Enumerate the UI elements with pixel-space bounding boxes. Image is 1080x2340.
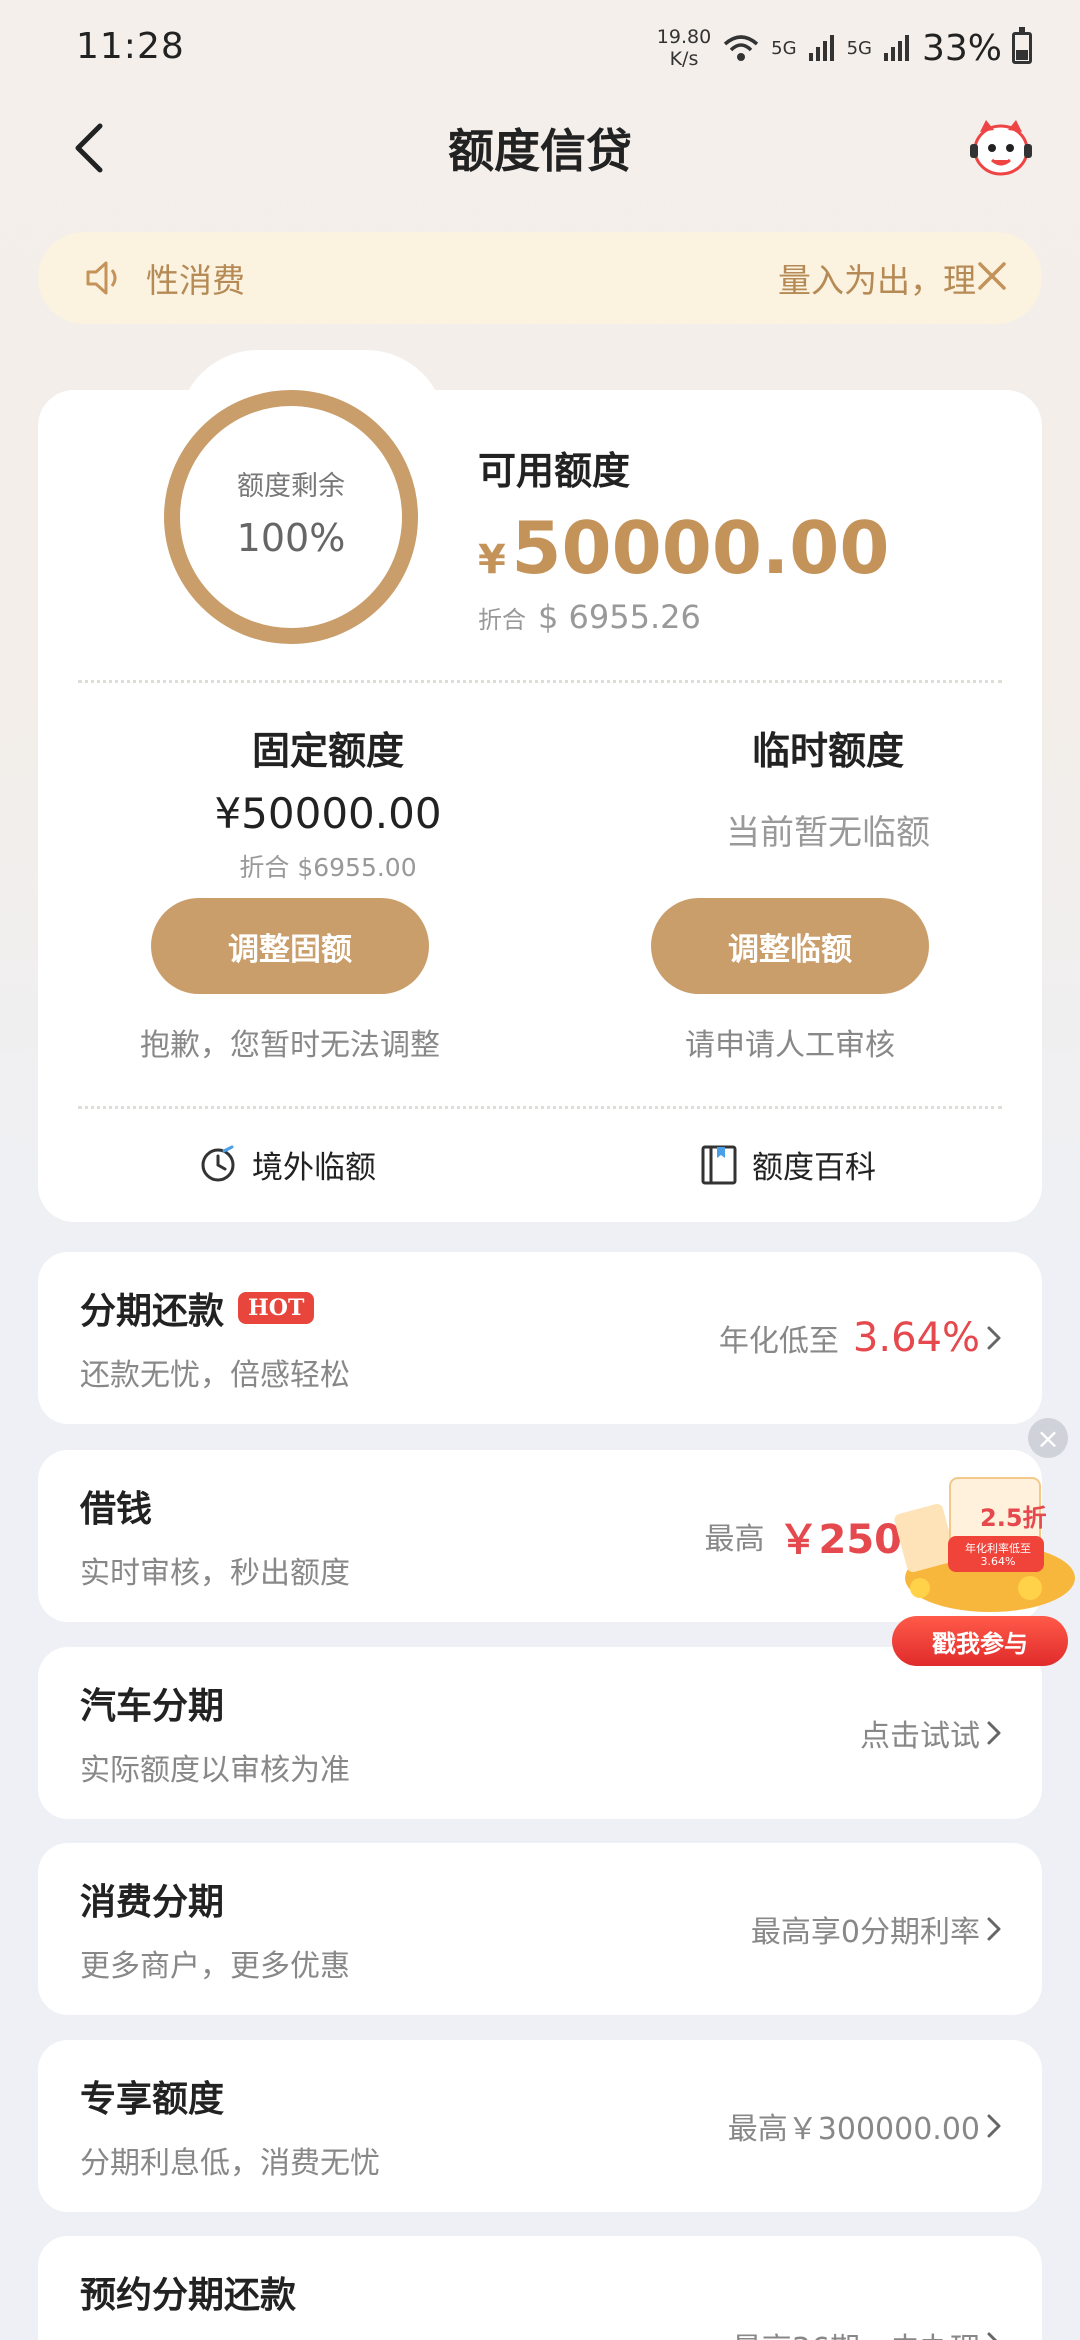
divider — [78, 1106, 1002, 1109]
fixed-adjust-note: 抱歉，您暂时无法调整 — [140, 1028, 440, 1063]
list-item-title: 借钱 — [80, 1489, 153, 1530]
list-item-subtitle: 实时审核，秒出额度 — [80, 1556, 350, 1591]
list-item-title-wrap: 专享额度 — [80, 2070, 224, 2122]
available-credit-amount: ¥ 50000.00 — [478, 506, 889, 590]
ring-value: 100% — [236, 516, 346, 560]
credit-summary-card: 额度剩余 100% 可用额度 ¥ 50000.00 折合 $ 6955.26 固定… — [38, 390, 1042, 1222]
list-item-title: 分期还款 — [80, 1291, 225, 1332]
status-time: 11:28 — [76, 26, 185, 67]
speaker-icon — [86, 261, 117, 295]
credit-wiki-link[interactable]: 额度百科 — [700, 1142, 876, 1187]
list-item-title-wrap: 预约分期还款 — [80, 2266, 296, 2318]
signal-icon — [883, 35, 909, 61]
list-item-title: 汽车分期 — [80, 1686, 225, 1727]
list-item-title-wrap: 消费分期 — [80, 1873, 224, 1925]
chevron-right-icon — [987, 1917, 1001, 1941]
available-amount-value: 50000.00 — [511, 506, 890, 590]
promo-close-icon[interactable]: × — [1028, 1418, 1068, 1458]
chevron-right-icon — [987, 1721, 1001, 1745]
list-item-title-wrap: 分期还款 HOT — [80, 1282, 315, 1334]
notice-text-left: 性消费 — [146, 261, 245, 300]
hot-badge: HOT — [238, 1292, 315, 1324]
page-title: 额度信贷 — [448, 124, 632, 178]
floating-promo[interactable]: × 2.5折 年化利率低至 3.64% 戳我参与 — [880, 1410, 1080, 1670]
network-speed: 19.80 K/s — [657, 26, 711, 70]
currency-symbol: ¥ — [478, 537, 506, 583]
available-credit-label: 可用额度 — [478, 449, 631, 493]
list-item-right: 年化低至 3.64% — [719, 1252, 980, 1424]
temp-credit-title: 临时额度 — [751, 729, 904, 773]
ring-label: 额度剩余 — [237, 471, 345, 502]
list-item-subtitle: 分期利息低，消费无忧 — [80, 2146, 380, 2181]
list-item-title: 消费分期 — [80, 1882, 225, 1923]
fixed-credit-conversion: 折合 $6955.00 — [239, 853, 417, 882]
close-icon[interactable] — [972, 256, 1012, 296]
chevron-right-icon — [987, 1326, 1001, 1350]
fixed-credit-section: 固定额度 ¥50000.00 折合 $6955.00 — [118, 720, 538, 884]
credit-wiki-label: 额度百科 — [752, 1150, 876, 1186]
signal-5g-label-2: 5G — [846, 37, 872, 59]
promo-gift-illustration — [894, 1477, 1075, 1612]
rate-prefix: 年化低至 — [718, 1324, 839, 1359]
list-item-title: 专享额度 — [80, 2079, 225, 2120]
fixed-credit-amount: ¥50000.00 — [214, 789, 442, 838]
list-item-installment-repay[interactable]: 分期还款 HOT 还款无忧，倍感轻松 年化低至 3.64% — [38, 1252, 1042, 1424]
temp-credit-section: 临时额度 当前暂无临额 — [618, 720, 1038, 854]
list-item-right-text: 最高36期，去办理 — [732, 2316, 980, 2340]
overseas-temp-credit-link[interactable]: 境外临额 — [198, 1142, 376, 1187]
promo-join-button[interactable]: 戳我参与 — [892, 1616, 1068, 1666]
overseas-temp-credit-label: 境外临额 — [252, 1150, 376, 1186]
notice-text-right: 量入为出，理 — [778, 261, 976, 300]
list-item-right-text: 最高享0分期利率 — [750, 1915, 980, 1950]
list-item-title-wrap: 汽车分期 — [80, 1677, 224, 1729]
temp-credit-status: 当前暂无临额 — [726, 813, 930, 853]
signal-5g-label-1: 5G — [771, 37, 797, 59]
list-item-subtitle: 还款无忧，倍感轻松 — [80, 1358, 350, 1393]
promo-tag: 2.5折 — [980, 1504, 1047, 1532]
list-item-subtitle: 实际额度以审核为准 — [80, 1753, 350, 1788]
network-speed-unit: K/s — [669, 48, 699, 70]
wifi-icon — [724, 35, 759, 61]
book-icon — [701, 1145, 737, 1184]
rate-value: 3.64% — [852, 1315, 980, 1361]
chevron-right-icon — [987, 2332, 998, 2340]
list-item-car-installment[interactable]: 汽车分期 实际额度以审核为准 点击试试 — [38, 1647, 1042, 1819]
fixed-credit-title: 固定额度 — [251, 729, 404, 773]
max-prefix: 最高 — [704, 1522, 765, 1557]
promo-rate-text: 年化利率低至 3.64% — [965, 1542, 1031, 1568]
signal-icon — [808, 35, 834, 61]
battery-icon — [1012, 27, 1032, 64]
notice-bar[interactable]: 性消费 量入为出，理 — [38, 232, 1042, 324]
status-icons: 19.80 K/s 5G 5G 33% — [657, 22, 1032, 74]
conversion-value: $ 6955.26 — [538, 598, 701, 636]
list-item-right: 最高 ￥250 — [705, 1450, 903, 1622]
temp-adjust-note: 请申请人工审核 — [685, 1028, 895, 1063]
list-item-right-text: 点击试试 — [860, 1719, 980, 1754]
chevron-right-icon — [987, 2114, 1001, 2138]
mascot-avatar-icon[interactable] — [968, 116, 1034, 178]
adjust-temp-button[interactable]: 调整临额 — [651, 898, 929, 994]
battery-percent: 33% — [921, 27, 1002, 69]
list-item-right-text: 最高￥300000.00 — [727, 2112, 980, 2147]
available-conversion: 折合 $ 6955.26 — [478, 598, 701, 636]
list-item-title-wrap: 借钱 — [80, 1480, 152, 1532]
divider — [78, 680, 1002, 683]
network-speed-value: 19.80 — [656, 26, 712, 48]
list-item-exclusive-credit[interactable]: 专享额度 分期利息低，消费无忧 最高￥300000.00 — [38, 2040, 1042, 2212]
list-item-scheduled-installment[interactable]: 预约分期还款 最高36期，去办理 — [38, 2236, 1042, 2340]
list-item-title: 预约分期还款 — [80, 2275, 297, 2316]
overseas-clock-icon — [201, 1145, 235, 1181]
conversion-label: 折合 — [478, 606, 526, 634]
adjust-fixed-button[interactable]: 调整固额 — [151, 898, 429, 994]
list-item-consumer-installment[interactable]: 消费分期 更多商户，更多优惠 最高享0分期利率 — [38, 1843, 1042, 2015]
list-item-subtitle: 更多商户，更多优惠 — [80, 1949, 350, 1984]
